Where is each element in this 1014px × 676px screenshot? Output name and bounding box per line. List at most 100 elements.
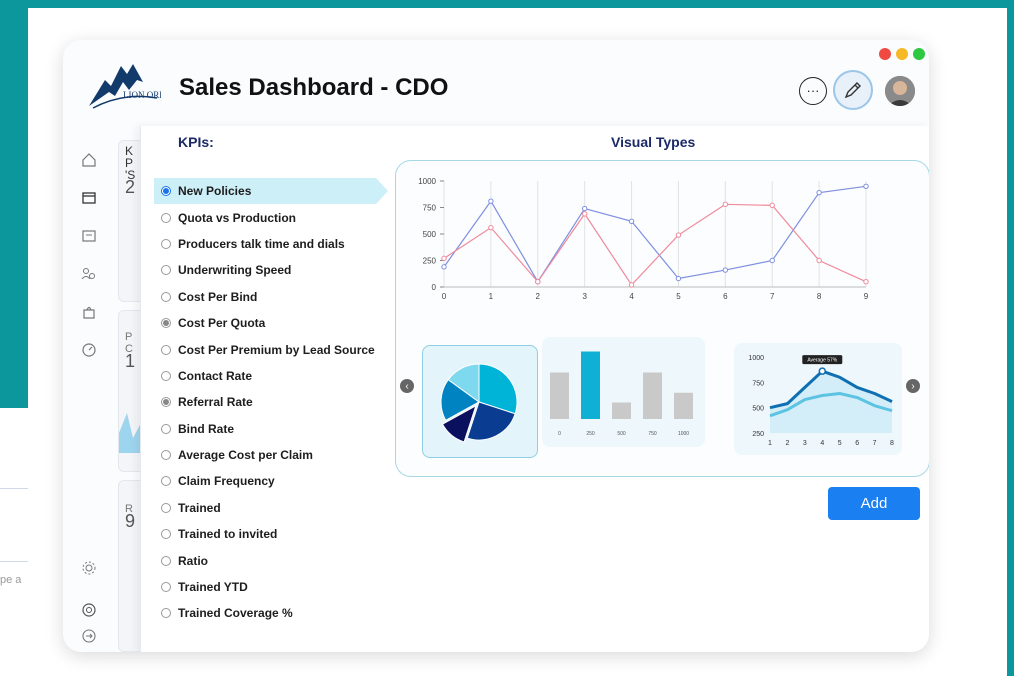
logout-icon[interactable] [79,626,99,646]
kpi-option[interactable]: Cost Per Bind [154,284,394,310]
radio-button[interactable] [161,238,171,249]
x-tick-label: 0 [442,292,447,301]
kpi-option[interactable]: Producers talk time and dials [154,231,394,257]
kpi-label: Ratio [178,553,208,568]
x-tick-label: 1 [489,292,494,301]
logo-text: LION ORBIT [123,90,161,100]
y-tick-label: 0 [432,283,437,292]
area-chart-option[interactable]: 250 500 750 1000 1 2 3 4 5 6 7 8 Average 57% [734,343,902,455]
user-photo-icon [885,76,915,106]
radio-button[interactable] [161,608,171,619]
bar-chart-option[interactable]: 0 250 500 750 1000 [542,337,705,447]
bar [581,351,600,419]
lion-orbit-logo: LION ORBIT [89,64,161,109]
highlight-point [818,367,827,375]
kpi-option[interactable]: Ratio [154,547,394,573]
bag-icon[interactable] [79,302,99,322]
radio-button[interactable] [161,291,171,302]
pencil-icon [844,82,861,99]
radio-button[interactable] [161,423,171,434]
kpi-option[interactable]: Trained to invited [154,521,394,547]
y-tick-label: 1000 [418,177,436,186]
kpi-label: Referral Rate [178,395,253,410]
kpi-label: Underwriting Speed [178,263,292,278]
radio-button[interactable] [161,529,171,540]
bar-tick-label: 1000 [678,431,689,437]
edit-button[interactable] [833,70,873,110]
inbox-icon[interactable] [79,226,99,246]
radio-button[interactable] [161,555,171,566]
kpi-label: Trained to invited [178,527,278,542]
gauge-icon[interactable] [79,340,99,360]
kpi-option[interactable]: New Policies [154,178,388,205]
settings-icon[interactable] [79,558,99,578]
data-point [722,267,729,273]
data-point [863,183,869,189]
y-tick-label: 250 [423,257,437,266]
data-point [628,218,635,224]
support-icon[interactable] [79,600,99,620]
line-chart[interactable]: 0 1 2 3 4 5 6 7 8 9 0 250 500 750 1000 [406,169,876,309]
x-tick-label: 7 [770,292,775,301]
close-window-dot[interactable] [879,48,891,60]
kpi-option[interactable]: Trained [154,495,394,521]
kpi-option[interactable]: Contact Rate [154,363,394,389]
window-controls [879,48,925,60]
kpi-option[interactable]: Cost Per Premium by Lead Source [154,336,394,362]
chat-icon[interactable]: ··· [799,77,827,105]
radio-button[interactable] [161,397,171,408]
data-point [488,224,494,231]
radio-button[interactable] [161,502,171,513]
kpi-label: Cost Per Premium by Lead Source [178,342,375,357]
y-tick-label: 500 [423,230,437,239]
add-button[interactable]: Add [828,487,920,520]
kpi-option[interactable]: Cost Per Quota [154,310,394,336]
radio-button[interactable] [161,265,171,276]
maximize-window-dot[interactable] [913,48,925,60]
chevron-right-icon: › [911,380,915,392]
home-icon[interactable] [79,150,99,170]
radio-button[interactable] [161,318,171,329]
kpi-heading: KPIs: [178,134,214,150]
kpi-option[interactable]: Trained Coverage % [154,600,394,626]
kpi-option[interactable]: Trained YTD [154,574,394,600]
kpi-option[interactable]: Quota vs Production [154,204,394,230]
radio-button[interactable] [161,344,171,355]
data-point [581,211,588,217]
next-visual-button[interactable]: › [906,379,920,393]
data-point [488,198,494,204]
bar-tick-label: 750 [648,431,657,437]
kpi-label: Quota vs Production [178,210,297,225]
kpi-option[interactable]: Average Cost per Claim [154,442,394,468]
y-tick-label: 750 [752,380,764,387]
kpi-option[interactable]: Underwriting Speed [154,257,394,283]
radio-button[interactable] [161,450,171,461]
background-input-fragment [0,488,28,562]
kpi-label: Producers talk time and dials [178,236,345,251]
x-tick-label: 6 [855,440,859,447]
radio-button[interactable] [161,186,171,197]
pie-chart [440,363,518,443]
bar [674,392,693,419]
y-tick-label: 750 [423,204,437,213]
prev-visual-button[interactable]: ‹ [400,379,414,393]
kpi-option[interactable]: Bind Rate [154,416,394,442]
archive-icon[interactable] [79,188,99,208]
x-tick-label: 4 [820,440,824,447]
data-point [675,232,682,238]
radio-button[interactable] [161,212,171,223]
data-point [769,202,775,209]
radio-button[interactable] [161,582,171,593]
kpi-label: Bind Rate [178,421,235,436]
minimize-window-dot[interactable] [896,48,908,60]
radio-button[interactable] [161,370,171,381]
kpi-list: New Policies Quota vs Production Producers… [154,178,394,627]
avatar[interactable] [885,76,915,106]
app-window: LION ORBIT Sales Dashboard - CDO ··· [63,40,929,652]
kpi-option[interactable]: Referral Rate [154,389,394,415]
users-icon[interactable] [79,264,99,284]
x-tick-label: 5 [838,440,842,447]
pie-chart-option[interactable] [422,345,538,458]
radio-button[interactable] [161,476,171,487]
kpi-option[interactable]: Claim Frequency [154,468,394,494]
